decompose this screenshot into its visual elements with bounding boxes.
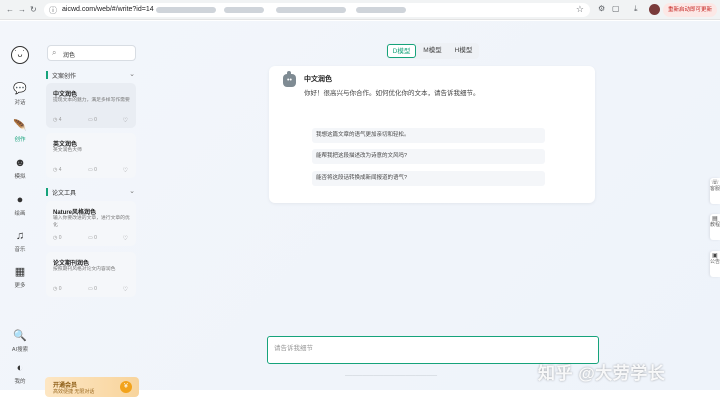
comment-count: ▭ 0 [88,286,97,292]
rail-item-simulate[interactable]: ☻ 模拟 [0,157,40,180]
blurred-bookmark [156,7,216,13]
assistant-greeting: 你好！很高兴与你合作。如何优化你的文本，请告诉我细节。 [304,90,480,97]
rail-item-create[interactable]: 🪶 创作 [0,120,40,143]
assistant-intro-panel: •• 中文润色 你好！很高兴与你合作。如何优化你的文本，请告诉我细节。 我想这篇… [269,66,595,203]
suggestion-item[interactable]: 能否将这段话转换成新闻报道的语气? [312,171,545,186]
chat-icon: 💬 [13,83,27,95]
palette-icon: ● [16,194,24,206]
model-selector: D模型 M模型 H模型 [386,43,479,59]
extension-icon[interactable]: ⚙ [598,4,605,13]
group-header-copywriting[interactable]: 文案创作 ⌄ [45,70,137,80]
favorite-icon[interactable]: ♡ [123,286,128,293]
rail-item-more[interactable]: ▦ 更多 [0,266,40,289]
comment-count: ▭ 0 [88,235,97,241]
comment-count: ▭ 0 [88,167,97,173]
app-logo: ˙ᴗ˙ [11,46,29,64]
search-input[interactable]: ⌕ 润色 [47,45,136,61]
download-icon[interactable]: ⤓ [634,4,638,14]
template-card[interactable]: 英文润色 英文润色大师 ◷ 4 ▭ 0 ♡ [46,133,136,178]
bookmark-star-icon[interactable]: ☆ [576,4,584,15]
right-tab-support[interactable]: ☏ 客服 [710,178,720,204]
vip-promo-banner[interactable]: 开通会员 高效便捷 无限对话 ¥ [45,377,139,397]
back-icon[interactable]: ← [6,5,14,14]
chevron-down-icon: ⌄ [129,71,135,78]
suggestion-item[interactable]: 我想这篇文章的语气更加亲切和轻松。 [312,128,545,143]
model-option-d[interactable]: D模型 [387,44,416,58]
search-icon: 🔍 [13,330,27,342]
vip-open-button[interactable]: ¥ [120,381,132,393]
rail-item-paint[interactable]: ● 绘画 [0,194,40,217]
blurred-bookmark [276,7,346,13]
reload-icon[interactable]: ↻ [30,5,37,14]
comment-count: ▭ 0 [88,117,97,123]
blurred-bookmark [356,7,406,13]
user-icon: ◐ [16,362,24,374]
grid-icon: ▦ [14,266,26,278]
rail-item-ai-search[interactable]: 🔍 AI搜索 [0,330,40,353]
blurred-bookmark [224,7,264,13]
rail-item-mine[interactable]: ◐ 我的 [0,362,40,385]
search-icon: ⌕ [52,48,57,57]
suggestion-item[interactable]: 能帮我把这段描述改为诗意的文风吗? [312,149,545,164]
assistant-title: 中文润色 [304,76,332,83]
favorite-icon[interactable]: ♡ [123,117,128,124]
robot-icon: •• [283,71,296,87]
profile-avatar[interactable] [649,4,660,15]
right-tab-notice[interactable]: ▣ 公告 [710,251,720,277]
address-bar[interactable]: ⓘ aicwd.com/web/#/write?id=14 ☆ [44,3,590,17]
rail-item-music[interactable]: ♫ 音乐 [0,230,40,253]
group-marker [46,188,48,196]
browser-chrome: ← → ↻ ⓘ aicwd.com/web/#/write?id=14 ☆ ⚙ … [0,0,720,20]
update-button[interactable]: 重新启动即可更新 [663,3,717,17]
group-marker [46,71,48,79]
usage-count: ◷ 4 [53,117,62,123]
usage-count: ◷ 0 [53,235,62,241]
model-option-h[interactable]: H模型 [449,44,478,58]
usage-count: ◷ 4 [53,167,62,173]
mask-icon: ☻ [14,157,26,169]
watermark: 知乎 @大劳学长 [538,364,666,383]
url-text: aicwd.com/web/#/write?id=14 [62,6,154,13]
app-sidebar: ⌕ 润色 文案创作 ⌄ 中文润色 提现文本的魅力，满足多样写作需要 ◷ 4 ▭ … [40,39,140,397]
model-option-m[interactable]: M模型 [418,44,447,58]
favorite-icon[interactable]: ♡ [123,167,128,174]
usage-count: ◷ 0 [53,286,62,292]
group-header-paper-tools[interactable]: 论文工具 ⌄ [45,187,137,197]
music-icon: ♫ [15,230,25,242]
template-card[interactable]: 论文期刊润色 按照期刊风格对论文内容润色 ◷ 0 ▭ 0 ♡ [46,252,136,297]
window-icon[interactable]: ▢ [612,4,620,13]
lock-icon: ⓘ [49,6,57,15]
footer-blurred-text: ────────────────────────── [345,373,438,379]
template-card[interactable]: Nature风格润色 输入你要改进的文章，进行文章的优化 ◷ 0 ▭ 0 ♡ [46,201,136,246]
template-card[interactable]: 中文润色 提现文本的魅力，满足多样写作需要 ◷ 4 ▭ 0 ♡ [46,83,136,128]
right-tab-tutorial[interactable]: ▤ 教程 [710,214,720,240]
chevron-down-icon: ⌄ [129,188,135,195]
rail-item-chat[interactable]: 💬 对话 [0,83,40,106]
app-body: ˙ᴗ˙ 💬 对话 🪶 创作 ☻ 模拟 ● 绘画 ♫ 音乐 ▦ 更多 🔍 AI搜索 [0,21,720,397]
message-placeholder: 请告诉我细节 [274,345,313,352]
main-rail: ˙ᴗ˙ 💬 对话 🪶 创作 ☻ 模拟 ● 绘画 ♫ 音乐 ▦ 更多 🔍 AI搜索 [0,21,40,390]
favorite-icon[interactable]: ♡ [123,235,128,242]
feather-icon: 🪶 [13,120,27,132]
forward-icon[interactable]: → [18,5,26,14]
